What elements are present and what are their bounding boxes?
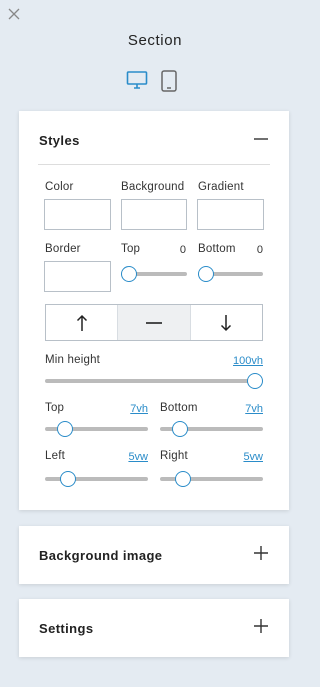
styles-heading: Styles	[39, 133, 80, 148]
border-top-slider-knob[interactable]	[121, 266, 137, 282]
color-label: Color	[45, 181, 74, 193]
device-switcher	[126, 70, 186, 94]
border-bottom-slider-knob[interactable]	[198, 266, 214, 282]
padding-right-value[interactable]: 5vw	[233, 451, 263, 463]
plus-icon[interactable]	[253, 545, 269, 561]
align-bottom-button[interactable]	[191, 305, 262, 340]
padding-right-label: Right	[160, 450, 188, 462]
border-bottom-value: 0	[256, 244, 263, 256]
background-swatch[interactable]	[121, 199, 187, 230]
padding-bottom-slider-knob[interactable]	[172, 421, 188, 437]
settings-card[interactable]: Settings	[19, 599, 289, 657]
border-color-swatch[interactable]	[44, 261, 111, 292]
close-icon[interactable]	[7, 7, 21, 21]
padding-left-slider-knob[interactable]	[60, 471, 76, 487]
background-image-card[interactable]: Background image	[19, 526, 289, 584]
align-bottom-icon	[221, 314, 232, 331]
panel-title: Section	[127, 32, 183, 49]
settings-heading: Settings	[39, 621, 94, 636]
minus-icon[interactable]	[253, 131, 269, 147]
gradient-label: Gradient	[198, 181, 244, 193]
background-label: Background	[121, 181, 185, 193]
min-height-value[interactable]: 100vh	[209, 355, 263, 367]
border-top-value: 0	[179, 244, 186, 256]
min-height-label: Min height	[45, 354, 101, 366]
padding-left-label: Left	[45, 450, 65, 462]
styles-card: Styles Color Background Gradient Border …	[19, 111, 289, 510]
padding-top-slider-knob[interactable]	[57, 421, 73, 437]
border-label: Border	[45, 243, 81, 255]
padding-top-value[interactable]: 7vh	[119, 403, 148, 415]
align-top-icon	[76, 314, 87, 331]
align-center-button[interactable]	[118, 305, 191, 340]
mobile-icon[interactable]	[160, 70, 178, 92]
padding-top-label: Top	[45, 402, 65, 414]
background-image-heading: Background image	[39, 548, 163, 563]
min-height-slider-knob[interactable]	[247, 373, 263, 389]
desktop-icon[interactable]	[126, 70, 148, 90]
plus-icon[interactable]	[253, 618, 269, 634]
align-center-icon	[145, 321, 162, 324]
min-height-slider[interactable]	[45, 379, 263, 383]
padding-right-slider-knob[interactable]	[175, 471, 191, 487]
border-bottom-label: Bottom	[198, 243, 236, 255]
padding-bottom-value[interactable]: 7vh	[233, 403, 263, 415]
gradient-swatch[interactable]	[197, 199, 264, 230]
border-top-label: Top	[121, 243, 141, 255]
padding-bottom-label: Bottom	[160, 402, 198, 414]
vertical-align-control	[45, 304, 263, 341]
align-top-button[interactable]	[46, 305, 119, 340]
color-swatch[interactable]	[44, 199, 111, 230]
padding-left-value[interactable]: 5vw	[119, 451, 148, 463]
divider	[38, 164, 270, 165]
